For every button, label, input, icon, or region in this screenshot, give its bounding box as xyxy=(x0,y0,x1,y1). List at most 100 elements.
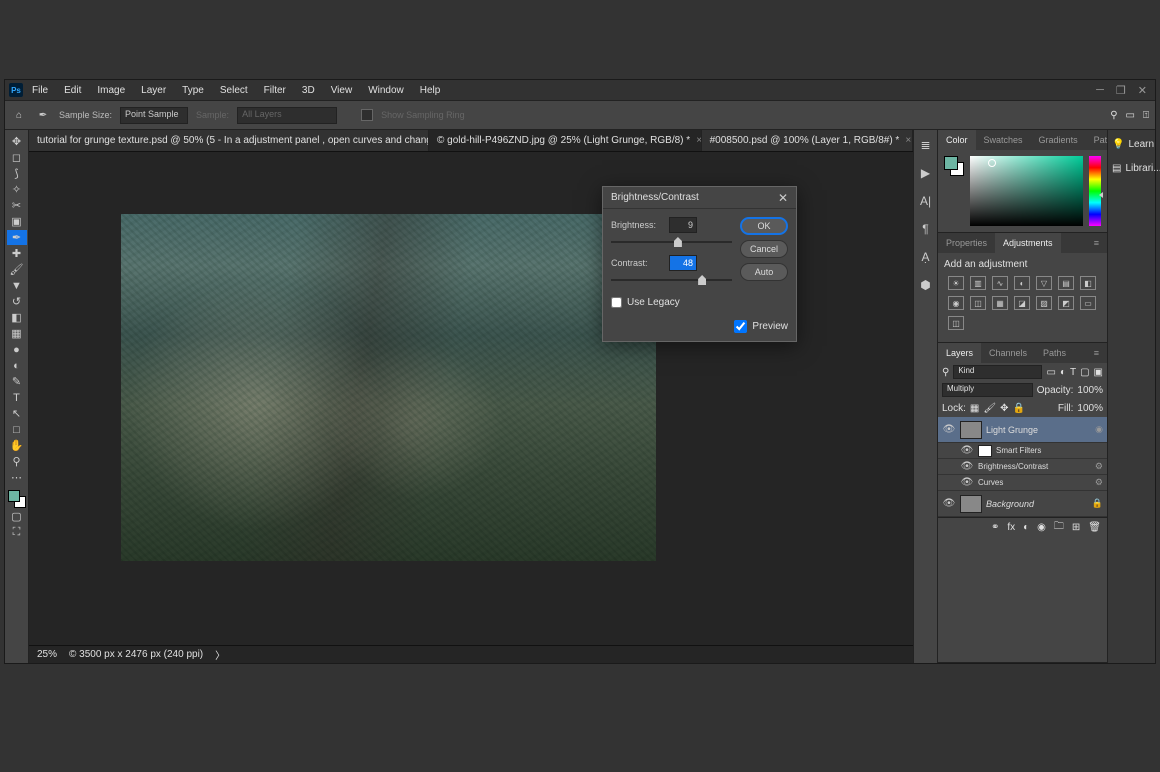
pen-tool[interactable]: ✎ xyxy=(7,374,27,389)
trash-icon[interactable]: 🗑 xyxy=(1088,522,1101,533)
threshold-preset[interactable]: ◩ xyxy=(1058,296,1074,310)
stamp-tool[interactable]: ▼ xyxy=(7,278,27,293)
workspace-icon[interactable]: ▭ xyxy=(1126,110,1135,121)
visibility-icon[interactable]: 👁 xyxy=(960,477,974,488)
menu-window[interactable]: Window xyxy=(361,82,411,99)
panel-swatches[interactable] xyxy=(944,156,964,176)
home-icon[interactable]: ⌂ xyxy=(11,107,27,123)
menu-image[interactable]: Image xyxy=(90,82,132,99)
kind-select[interactable]: Kind xyxy=(953,365,1042,379)
menu-edit[interactable]: Edit xyxy=(57,82,88,99)
edit-toolbar[interactable]: ⋯ xyxy=(7,470,27,485)
glyph-icon[interactable]: Ạ xyxy=(917,248,935,266)
vibrance-preset[interactable]: ▽ xyxy=(1036,276,1052,290)
visibility-icon[interactable]: 👁 xyxy=(942,424,956,435)
blur-tool[interactable]: ● xyxy=(7,342,27,357)
channels-tab[interactable]: Channels xyxy=(981,343,1035,363)
filter-smart-icon[interactable]: ▣ xyxy=(1094,367,1103,378)
dialog-close-icon[interactable]: ✕ xyxy=(778,191,788,205)
close-icon[interactable]: ✕ xyxy=(1138,84,1147,97)
color-field[interactable] xyxy=(970,156,1083,226)
menu-layer[interactable]: Layer xyxy=(134,82,173,99)
visibility-icon[interactable]: 👁 xyxy=(960,461,974,472)
ring-checkbox[interactable] xyxy=(361,109,373,121)
eyedropper-tool[interactable]: ✒ xyxy=(7,230,27,245)
preview-checkbox[interactable] xyxy=(734,320,747,333)
gradient-tool[interactable]: ▦ xyxy=(7,326,27,341)
levels-preset[interactable]: ▥ xyxy=(970,276,986,290)
visibility-icon[interactable]: 👁 xyxy=(942,498,956,509)
menu-view[interactable]: View xyxy=(324,82,360,99)
share-icon[interactable]: ⍐ xyxy=(1143,110,1149,121)
restore-icon[interactable]: ❐ xyxy=(1116,84,1126,97)
dialog-titlebar[interactable]: Brightness/Contrast ✕ xyxy=(603,187,796,209)
lock-paint-icon[interactable]: 🖌 xyxy=(983,403,996,414)
layer-row[interactable]: 👁 Curves ⚙ xyxy=(938,475,1107,491)
wand-tool[interactable]: ✧ xyxy=(7,182,27,197)
new-layer-icon[interactable]: ⊞ xyxy=(1072,522,1080,533)
fill-value[interactable]: 100% xyxy=(1077,403,1103,414)
layer-row[interactable]: 👁 Light Grunge ◉ xyxy=(938,417,1107,443)
char-icon[interactable]: A| xyxy=(917,192,935,210)
color-swatches[interactable] xyxy=(8,490,26,508)
search-icon[interactable]: ⚲ xyxy=(1110,110,1117,121)
auto-button[interactable]: Auto xyxy=(740,263,788,281)
doc-info[interactable]: © 3500 px x 2476 px (240 ppi) xyxy=(69,649,203,660)
frame-tool[interactable]: ▣ xyxy=(7,214,27,229)
gradient-map-preset[interactable]: ▭ xyxy=(1080,296,1096,310)
quickmask-tool[interactable]: ▢ xyxy=(7,509,27,524)
adj-icon[interactable]: ◉ xyxy=(1037,522,1046,533)
layer-thumb[interactable] xyxy=(960,421,982,439)
color-tab[interactable]: Color xyxy=(938,130,976,150)
invert-preset[interactable]: ◪ xyxy=(1014,296,1030,310)
zoom-tool[interactable]: ⚲ xyxy=(7,454,27,469)
panel-menu-icon[interactable]: ≡ xyxy=(1086,343,1107,363)
link-icon[interactable]: ⚭ xyxy=(991,522,999,533)
lock-all-icon[interactable]: 🔒 xyxy=(1012,403,1024,414)
mixer-preset[interactable]: ◫ xyxy=(970,296,986,310)
screenmode-tool[interactable]: ⛶ xyxy=(7,525,27,540)
menu-filter[interactable]: Filter xyxy=(257,82,293,99)
para-icon[interactable]: ¶ xyxy=(917,220,935,238)
eraser-tool[interactable]: ◧ xyxy=(7,310,27,325)
cancel-button[interactable]: Cancel xyxy=(740,240,788,258)
ok-button[interactable]: OK xyxy=(740,217,788,235)
eyedropper-icon[interactable]: ✒ xyxy=(35,107,51,123)
brightness-preset[interactable]: ☀ xyxy=(948,276,964,290)
layer-thumb[interactable] xyxy=(960,495,982,513)
menu-3d[interactable]: 3D xyxy=(295,82,322,99)
menu-select[interactable]: Select xyxy=(213,82,255,99)
filter-type-icon[interactable]: T xyxy=(1070,367,1076,378)
type-tool[interactable]: T xyxy=(7,390,27,405)
move-tool[interactable]: ✥ xyxy=(7,134,27,149)
libraries-button[interactable]: ▤Librari... xyxy=(1108,158,1155,178)
adjustments-tab[interactable]: Adjustments xyxy=(995,233,1061,253)
photo-filter-preset[interactable]: ◉ xyxy=(948,296,964,310)
layer-row[interactable]: 👁 Background 🔒 xyxy=(938,491,1107,517)
menu-help[interactable]: Help xyxy=(413,82,448,99)
lock-pos-icon[interactable]: ✥ xyxy=(1000,403,1008,414)
selective-preset[interactable]: ◫ xyxy=(948,316,964,330)
layers-tab[interactable]: Layers xyxy=(938,343,981,363)
history-icon[interactable]: ≣ xyxy=(917,136,935,154)
filter-pixel-icon[interactable]: ▭ xyxy=(1046,367,1055,378)
layer-name[interactable]: Background xyxy=(986,499,1088,509)
layer-name[interactable]: Light Grunge xyxy=(986,425,1091,435)
paths-tab[interactable]: Paths xyxy=(1035,343,1074,363)
hue-strip[interactable] xyxy=(1089,156,1101,226)
menu-type[interactable]: Type xyxy=(175,82,211,99)
group-icon[interactable]: 🗀 xyxy=(1054,519,1064,536)
layer-row[interactable]: 👁 Brightness/Contrast ⚙ xyxy=(938,459,1107,475)
posterize-preset[interactable]: ▨ xyxy=(1036,296,1052,310)
gradients-tab[interactable]: Gradients xyxy=(1031,130,1086,150)
hand-tool[interactable]: ✋ xyxy=(7,438,27,453)
contrast-input[interactable] xyxy=(669,255,697,271)
visibility-icon[interactable]: 👁 xyxy=(960,445,974,456)
panel-menu-icon[interactable]: ≡ xyxy=(1086,233,1107,253)
curves-preset[interactable]: ∿ xyxy=(992,276,1008,290)
shape-tool[interactable]: □ xyxy=(7,422,27,437)
opacity-value[interactable]: 100% xyxy=(1077,385,1103,396)
layer-row[interactable]: 👁 Smart Filters xyxy=(938,443,1107,459)
minimize-icon[interactable]: ─ xyxy=(1096,84,1104,97)
history-brush-tool[interactable]: ↺ xyxy=(7,294,27,309)
